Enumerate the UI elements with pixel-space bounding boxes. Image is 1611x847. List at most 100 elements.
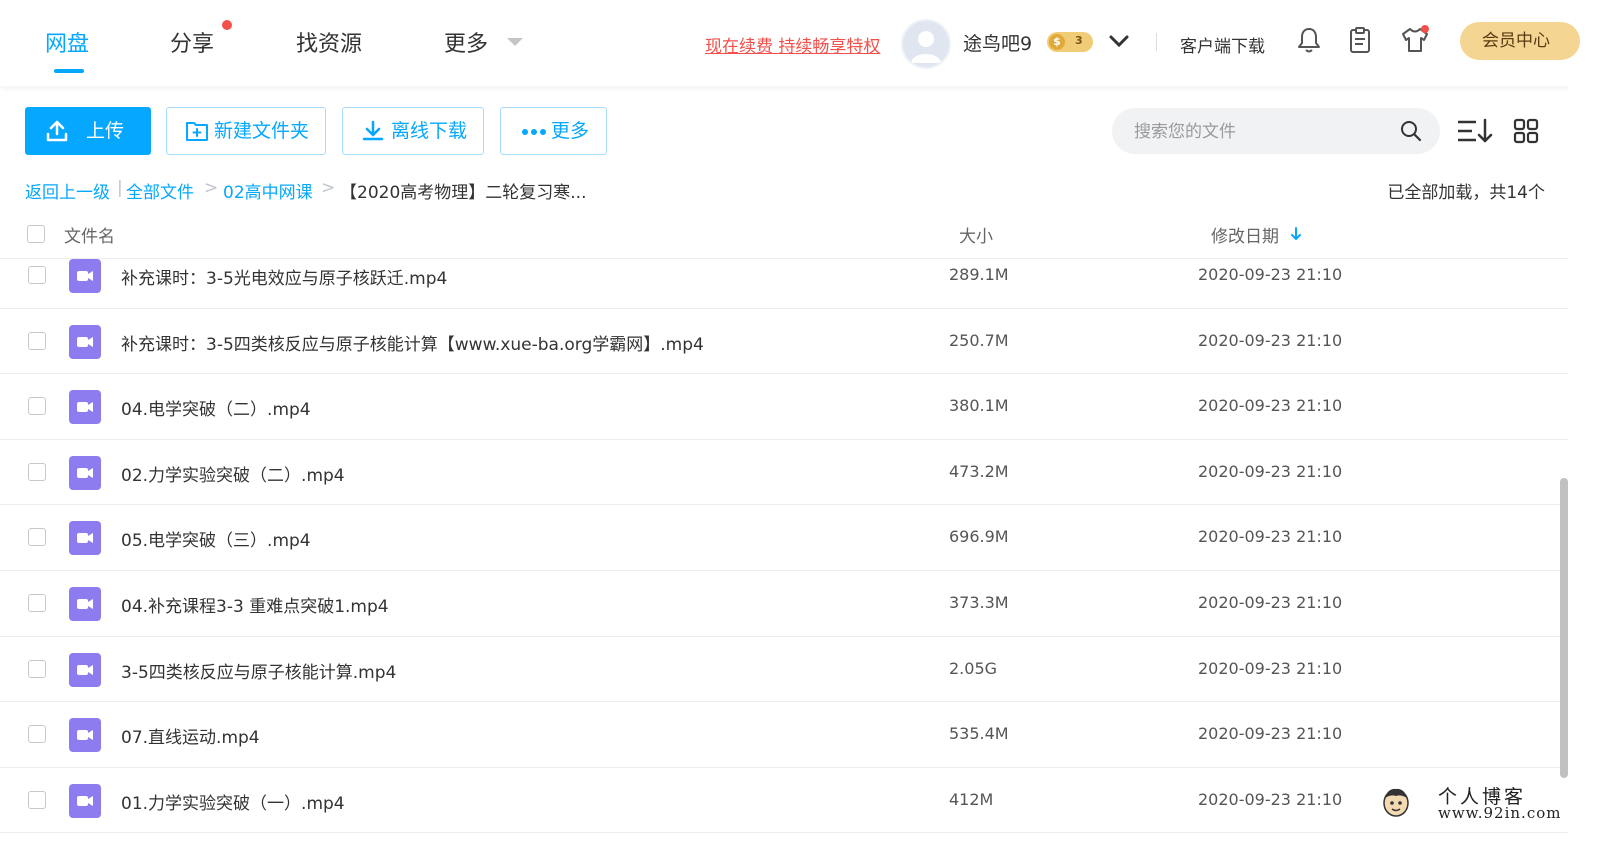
breadcrumb-separator: | xyxy=(117,178,123,198)
nav-tab-more[interactable]: 更多 xyxy=(444,26,488,58)
new-folder-button[interactable]: 新建文件夹 xyxy=(166,107,326,155)
file-name[interactable]: 05.电学突破（三）.mp4 xyxy=(121,526,311,551)
more-dropdown-icon[interactable] xyxy=(507,38,523,46)
breadcrumb-all-files[interactable]: 全部文件 xyxy=(126,178,194,203)
row-checkbox[interactable] xyxy=(28,593,46,612)
watermark-url: www.92in.com xyxy=(1438,804,1562,822)
upload-button[interactable]: 上传 xyxy=(25,107,151,155)
file-row[interactable]: 04.电学突破（二）.mp4 380.1M 2020-09-23 21:10 xyxy=(0,374,1568,440)
file-name[interactable]: 3-5四类核反应与原子核能计算.mp4 xyxy=(121,658,396,683)
file-row[interactable]: 01.力学实验突破（一）.mp4 412M 2020-09-23 21:10 xyxy=(0,768,1568,834)
renew-membership-link[interactable]: 现在续费 持续畅享特权 xyxy=(705,32,880,57)
client-download-link[interactable]: 客户端下载 xyxy=(1180,32,1265,57)
search-icon[interactable] xyxy=(1400,120,1422,142)
file-size: 696.9M xyxy=(949,527,1009,547)
video-file-icon xyxy=(69,652,101,687)
row-checkbox[interactable] xyxy=(28,462,46,481)
row-checkbox[interactable] xyxy=(28,725,46,744)
row-checkbox[interactable] xyxy=(28,528,46,547)
file-modified-date: 2020-09-23 21:10 xyxy=(1198,265,1343,284)
share-notification-dot xyxy=(222,20,232,30)
file-modified-date: 2020-09-23 21:10 xyxy=(1198,592,1343,612)
video-file-icon xyxy=(69,455,101,490)
more-actions-button[interactable]: 更多 xyxy=(500,107,607,155)
file-modified-date: 2020-09-23 21:10 xyxy=(1198,527,1343,547)
scrollbar-track[interactable] xyxy=(1568,86,1611,847)
file-row[interactable]: 3-5四类核反应与原子核能计算.mp4 2.05G 2020-09-23 21:… xyxy=(0,637,1568,703)
file-size: 412M xyxy=(949,789,994,809)
file-name[interactable]: 04.补充课程3-3 重难点突破1.mp4 xyxy=(121,592,389,617)
video-file-icon xyxy=(69,586,101,621)
upload-label: 上传 xyxy=(86,120,125,142)
video-file-icon xyxy=(69,324,101,359)
breadcrumb-current-folder: 【2020高考物理】二轮复习寒... xyxy=(340,183,587,203)
file-modified-date: 2020-09-23 21:10 xyxy=(1198,330,1343,350)
offline-download-button[interactable]: 离线下载 xyxy=(342,107,484,155)
video-file-icon xyxy=(69,783,101,818)
upload-icon xyxy=(46,120,68,142)
sort-descending-icon[interactable] xyxy=(1290,226,1302,242)
video-file-icon xyxy=(69,718,101,753)
file-row[interactable]: 05.电学突破（三）.mp4 696.9M 2020-09-23 21:10 xyxy=(0,505,1568,571)
user-menu-chevron-icon[interactable] xyxy=(1108,30,1130,52)
file-size: 535.4M xyxy=(949,724,1009,744)
shirt-notification-dot xyxy=(1421,25,1429,33)
file-name[interactable]: 02.力学实验突破（二）.mp4 xyxy=(121,461,345,486)
clipboard-icon[interactable] xyxy=(1347,26,1373,54)
username[interactable]: 途鸟吧9 xyxy=(963,29,1032,56)
video-file-icon xyxy=(69,390,101,425)
row-checkbox[interactable] xyxy=(28,266,46,284)
breadcrumb-back-link[interactable]: 返回上一级 xyxy=(25,178,110,203)
active-tab-indicator xyxy=(54,69,84,73)
file-list: 补充课时：3-5光电效应与原子核跃迁.mp4 289.1M 2020-09-23… xyxy=(0,243,1568,847)
file-name[interactable]: 补充课时：3-5光电效应与原子核跃迁.mp4 xyxy=(121,264,447,289)
vip-level-number: 3 xyxy=(1075,34,1083,47)
file-size: 473.2M xyxy=(949,461,1009,481)
scrollbar-thumb[interactable] xyxy=(1560,478,1568,778)
breadcrumb-arrow: > xyxy=(321,178,336,198)
user-avatar[interactable] xyxy=(901,19,951,69)
file-name[interactable]: 补充课时：3-5四类核反应与原子核能计算【www.xue-ba.org学霸网】.… xyxy=(121,330,704,355)
file-modified-date: 2020-09-23 21:10 xyxy=(1198,658,1343,678)
file-row[interactable]: 补充课时：3-5四类核反应与原子核能计算【www.xue-ba.org学霸网】.… xyxy=(0,309,1568,375)
row-checkbox[interactable] xyxy=(28,331,46,350)
vip-coin-icon: $ xyxy=(1049,34,1065,50)
file-row[interactable]: 02.力学实验突破（二）.mp4 473.2M 2020-09-23 21:10 xyxy=(0,440,1568,506)
download-icon xyxy=(362,120,384,141)
new-folder-label: 新建文件夹 xyxy=(214,120,310,142)
watermark: 个人博客 www.92in.com xyxy=(1382,782,1562,834)
row-checkbox[interactable] xyxy=(28,397,46,416)
more-dots-icon xyxy=(522,129,546,135)
offline-download-label: 离线下载 xyxy=(391,120,468,142)
video-file-icon xyxy=(69,259,101,293)
top-navigation-bar: 网盘 分享 找资源 更多 现在续费 持续畅享特权 途鸟吧9 $ 3 客户端下载 … xyxy=(0,0,1611,86)
cartoon-face-icon xyxy=(1383,788,1409,817)
file-size: 373.3M xyxy=(949,592,1009,612)
sort-list-icon[interactable] xyxy=(1456,117,1494,145)
file-row[interactable]: 04.补充课程3-3 重难点突破1.mp4 373.3M 2020-09-23 … xyxy=(0,571,1568,637)
vip-level-badge: $ 3 xyxy=(1047,32,1093,52)
file-size: 250.7M xyxy=(949,330,1009,350)
row-checkbox[interactable] xyxy=(28,659,46,678)
nav-tab-netdisk[interactable]: 网盘 xyxy=(45,26,89,58)
file-name[interactable]: 01.力学实验突破（一）.mp4 xyxy=(121,789,345,814)
video-file-icon xyxy=(69,521,101,556)
bell-icon[interactable] xyxy=(1296,26,1322,54)
nav-tab-share[interactable]: 分享 xyxy=(170,26,214,58)
grid-view-icon[interactable] xyxy=(1513,118,1539,144)
header-divider xyxy=(1156,33,1157,51)
select-all-checkbox[interactable] xyxy=(27,225,45,243)
file-row[interactable]: 07.直线运动.mp4 535.4M 2020-09-23 21:10 xyxy=(0,702,1568,768)
file-row[interactable]: 补充课时：3-5光电效应与原子核跃迁.mp4 289.1M 2020-09-23… xyxy=(0,243,1568,309)
nav-tab-find-resources[interactable]: 找资源 xyxy=(296,26,362,58)
vip-center-button[interactable]: 会员中心 xyxy=(1460,22,1580,60)
file-modified-date: 2020-09-23 21:10 xyxy=(1198,789,1343,809)
breadcrumb-arrow: > xyxy=(204,178,219,198)
row-checkbox[interactable] xyxy=(28,790,46,809)
file-name[interactable]: 04.电学突破（二）.mp4 xyxy=(121,395,311,420)
file-name[interactable]: 07.直线运动.mp4 xyxy=(121,723,260,748)
file-size: 380.1M xyxy=(949,396,1009,416)
breadcrumb-folder[interactable]: 02高中网课 xyxy=(223,178,313,203)
search-box xyxy=(1112,108,1440,156)
search-input[interactable] xyxy=(1132,108,1386,156)
